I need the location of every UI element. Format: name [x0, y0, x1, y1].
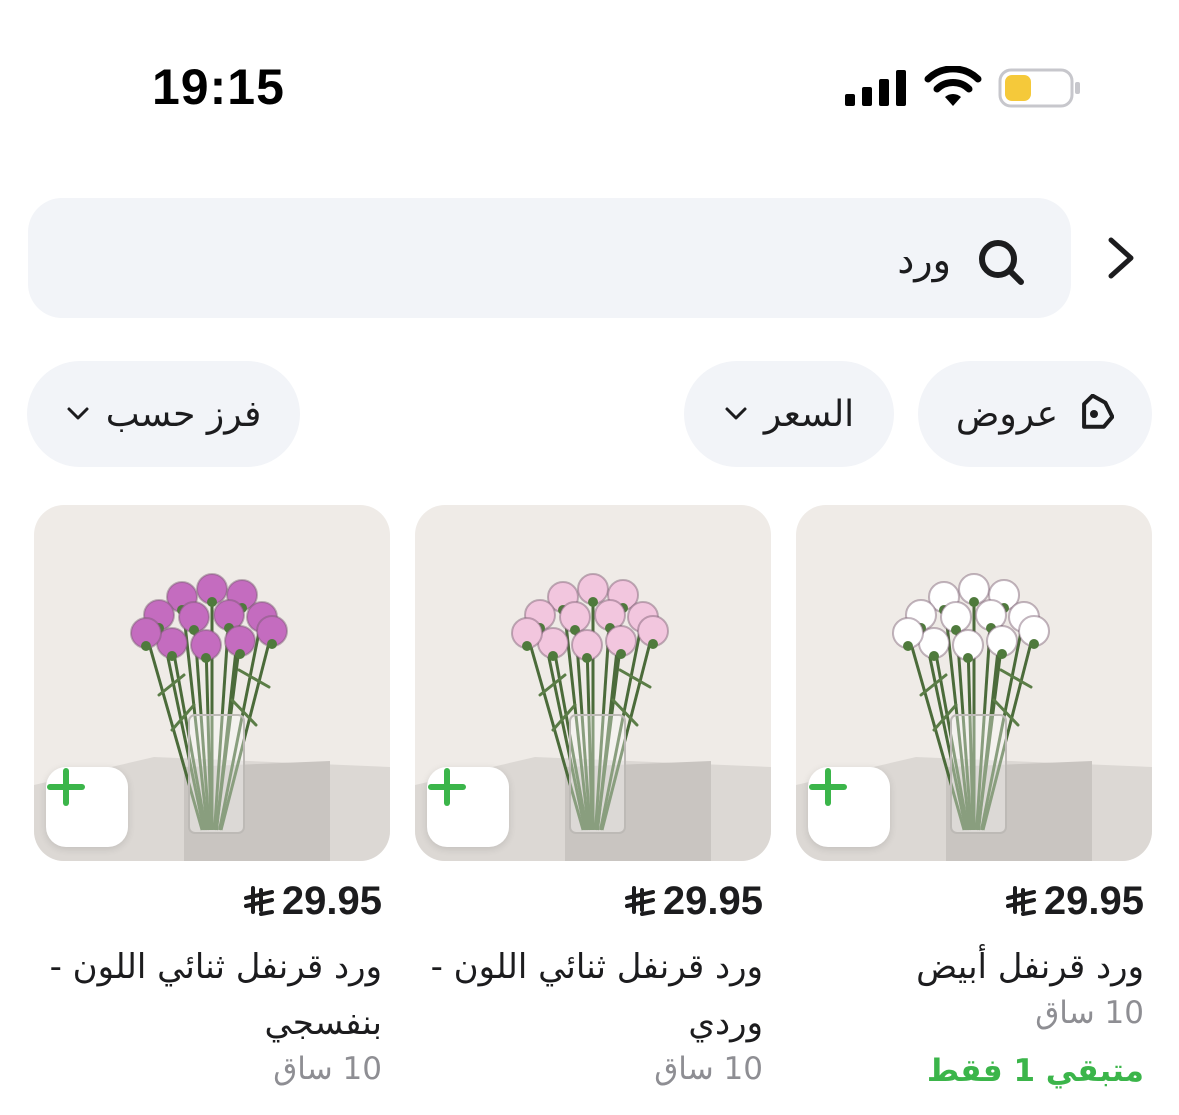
product-card[interactable]: 29.95 ورد قرنفل أبيض 10 ساق متبقي 1 فقط	[796, 505, 1152, 1115]
price-filter-chip[interactable]: السعر	[684, 361, 894, 467]
product-price: 29.95	[1005, 879, 1144, 924]
back-chevron-icon[interactable]	[1103, 234, 1139, 282]
plus-icon	[428, 768, 466, 806]
product-name: ورد قرنفل أبيض	[916, 947, 1144, 987]
add-to-cart-button[interactable]	[808, 767, 890, 847]
cellular-signal-icon	[845, 70, 906, 106]
battery-icon	[998, 68, 1080, 108]
product-stems: 10 ساق	[273, 1051, 382, 1087]
product-image[interactable]	[796, 505, 1152, 861]
search-query-text: ورد	[897, 238, 951, 282]
product-name: ورد قرنفل ثنائي اللون - وردي	[430, 947, 763, 1043]
offers-label: عروض	[955, 393, 1059, 435]
offers-filter-chip[interactable]: عروض	[918, 361, 1152, 467]
sort-by-chip[interactable]: فرز حسب	[27, 361, 300, 467]
product-card[interactable]: 29.95 ورد قرنفل ثنائي اللون - بنفسجي 10 …	[34, 505, 390, 1115]
product-name: ورد قرنفل ثنائي اللون - بنفسجي	[49, 947, 382, 1043]
plus-icon	[47, 768, 85, 806]
saudi-riyal-icon	[1005, 885, 1036, 916]
plus-icon	[809, 768, 847, 806]
product-image[interactable]	[415, 505, 771, 861]
product-image[interactable]	[34, 505, 390, 861]
search-icon	[979, 240, 1024, 285]
price-value: 29.95	[1043, 879, 1144, 923]
price-value: 29.95	[281, 879, 382, 923]
tag-icon	[1082, 394, 1115, 429]
status-bar: 19:15	[0, 0, 1179, 170]
stock-remaining: متبقي 1 فقط	[926, 1053, 1144, 1089]
price-label: السعر	[763, 393, 855, 435]
product-stems: 10 ساق	[1035, 995, 1144, 1031]
product-grid: 29.95 ورد قرنفل أبيض 10 ساق متبقي 1 فقط …	[0, 505, 1179, 1115]
product-stems: 10 ساق	[654, 1051, 763, 1087]
chevron-down-icon	[67, 407, 89, 420]
add-to-cart-button[interactable]	[427, 767, 509, 847]
filter-bar: عروض السعر فرز حسب	[0, 361, 1179, 467]
search-input[interactable]: ورد	[28, 198, 1071, 318]
saudi-riyal-icon	[243, 885, 274, 916]
price-value: 29.95	[662, 879, 763, 923]
product-price: 29.95	[624, 879, 763, 924]
saudi-riyal-icon	[624, 885, 655, 916]
wifi-icon	[924, 66, 982, 106]
sort-label: فرز حسب	[105, 393, 262, 435]
product-price: 29.95	[243, 879, 382, 924]
search-row: ورد	[0, 198, 1179, 318]
status-time: 19:15	[152, 59, 285, 115]
product-card[interactable]: 29.95 ورد قرنفل ثنائي اللون - وردي 10 سا…	[415, 505, 771, 1115]
chevron-down-icon	[725, 407, 747, 420]
add-to-cart-button[interactable]	[46, 767, 128, 847]
